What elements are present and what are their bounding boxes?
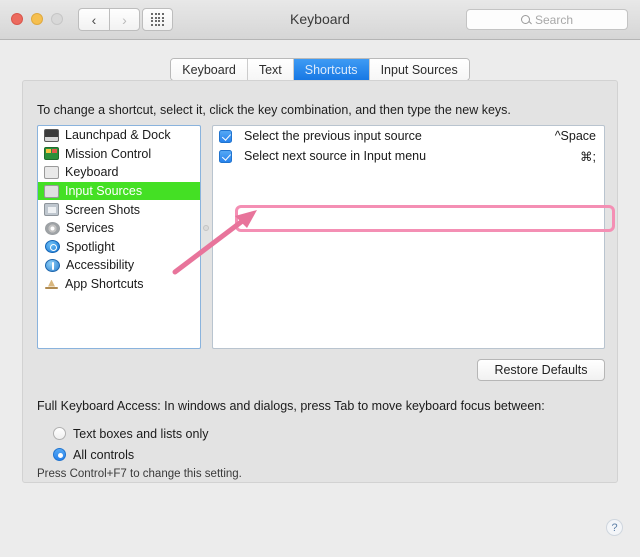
full-keyboard-access-label: Full Keyboard Access: In windows and dia…: [37, 399, 545, 413]
sidebar-item-label: Input Sources: [65, 184, 143, 199]
shortcut-category-list[interactable]: Launchpad & Dock Mission Control Keyboar…: [37, 125, 201, 349]
dock-icon: [44, 128, 59, 142]
app-shortcuts-icon: [44, 278, 59, 291]
screenshot-icon: [44, 203, 59, 217]
keyboard-icon: [44, 165, 59, 179]
restore-defaults-button[interactable]: Restore Defaults: [477, 359, 605, 381]
window-titlebar: ‹ › Keyboard Search: [0, 0, 640, 40]
sidebar-item-app-shortcuts[interactable]: App Shortcuts: [38, 275, 200, 294]
full-keyboard-access-options: Text boxes and lists only All controls: [53, 423, 209, 465]
mission-control-icon: [44, 147, 59, 161]
tab-input-sources[interactable]: Input Sources: [369, 59, 469, 80]
search-field[interactable]: Search: [466, 9, 628, 30]
tab-text[interactable]: Text: [247, 59, 294, 80]
sidebar-item-spotlight[interactable]: Spotlight: [38, 238, 200, 257]
split-view-handle-icon: [203, 225, 209, 231]
radio-text-boxes-and-lists[interactable]: Text boxes and lists only: [53, 423, 209, 444]
shortcuts-panel: To change a shortcut, select it, click t…: [22, 80, 618, 483]
table-row[interactable]: Select the previous input source ^Space: [213, 126, 604, 146]
radio-button-icon: [53, 427, 66, 440]
radio-button-icon: [53, 448, 66, 461]
sidebar-item-label: Launchpad & Dock: [65, 128, 171, 143]
sidebar-item-label: App Shortcuts: [65, 277, 144, 292]
sidebar-item-services[interactable]: Services: [38, 219, 200, 238]
shortcut-enabled-checkbox[interactable]: [219, 129, 232, 143]
radio-label: All controls: [73, 447, 135, 462]
shortcut-label: Select the previous input source: [244, 129, 422, 143]
shortcut-key[interactable]: ^Space: [555, 129, 596, 143]
radio-all-controls[interactable]: All controls: [53, 444, 209, 465]
search-icon: [520, 15, 530, 24]
search-placeholder: Search: [534, 12, 574, 27]
input-sources-icon: [44, 184, 59, 198]
split-view-divider[interactable]: [202, 125, 210, 349]
shortcut-enabled-checkbox[interactable]: [219, 149, 232, 163]
sidebar-item-label: Spotlight: [66, 239, 115, 254]
shortcut-label: Select next source in Input menu: [244, 149, 427, 163]
sidebar-item-label: Mission Control: [65, 146, 152, 161]
split-view: Launchpad & Dock Mission Control Keyboar…: [37, 125, 605, 349]
sidebar-item-launchpad-dock[interactable]: Launchpad & Dock: [38, 126, 200, 145]
sidebar-item-keyboard[interactable]: Keyboard: [38, 163, 200, 182]
shortcut-key[interactable]: ⌘;: [580, 149, 596, 164]
tab-keyboard[interactable]: Keyboard: [171, 59, 248, 80]
sidebar-item-screen-shots[interactable]: Screen Shots: [38, 200, 200, 219]
tab-bar: Keyboard Text Shortcuts Input Sources: [0, 58, 640, 81]
sidebar-item-input-sources[interactable]: Input Sources: [38, 181, 200, 201]
instruction-text: To change a shortcut, select it, click t…: [37, 103, 511, 117]
sidebar-item-accessibility[interactable]: Accessibility: [38, 256, 200, 275]
sidebar-item-label: Services: [66, 221, 114, 236]
help-button[interactable]: ?: [606, 519, 623, 536]
sidebar-item-label: Accessibility: [66, 258, 135, 273]
sidebar-item-label: Screen Shots: [65, 202, 141, 217]
tab-shortcuts[interactable]: Shortcuts: [293, 59, 370, 80]
sidebar-item-label: Keyboard: [65, 165, 119, 180]
accessibility-icon: [45, 258, 60, 272]
sidebar-item-mission-control[interactable]: Mission Control: [38, 145, 200, 164]
table-row[interactable]: Select next source in Input menu ⌘;: [213, 146, 604, 166]
keyboard-access-note: Press Control+F7 to change this setting.: [37, 468, 242, 480]
shortcut-list[interactable]: Select the previous input source ^Space …: [212, 125, 605, 349]
spotlight-icon: [45, 240, 60, 254]
radio-label: Text boxes and lists only: [73, 426, 209, 441]
services-gear-icon: [45, 221, 60, 235]
